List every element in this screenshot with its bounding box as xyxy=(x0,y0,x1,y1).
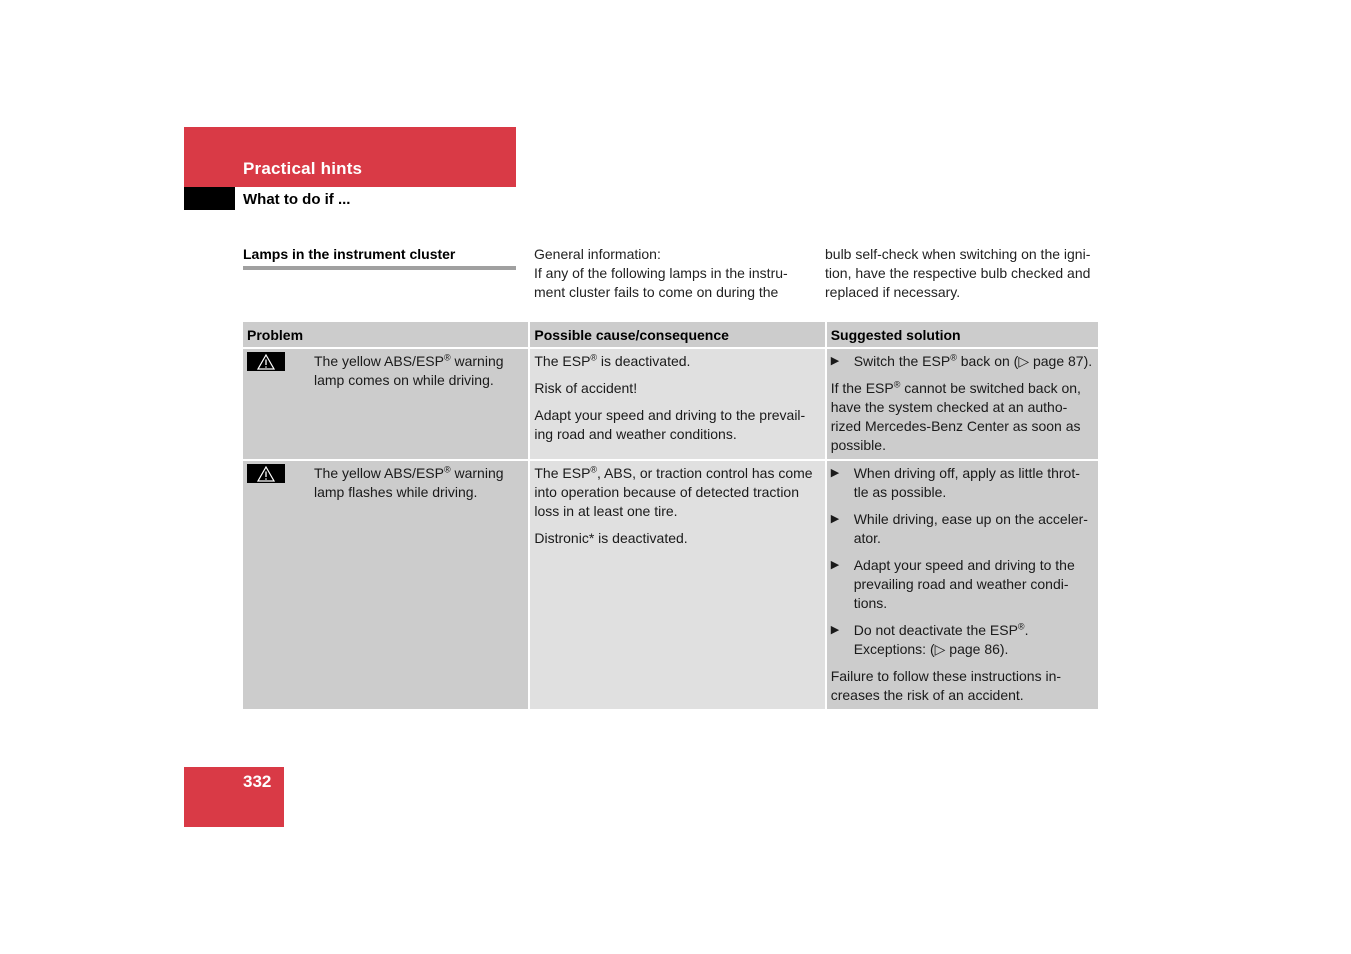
intro-line: ment cluster fails to come on during the xyxy=(534,284,779,300)
solution-cell: ▶ Switch the ESP® back on (▷ page 87). I… xyxy=(824,348,1098,460)
solution-step: ▶ When driving off, apply as little thro… xyxy=(830,465,1080,500)
bullet-arrow-icon: ▶ xyxy=(830,559,840,571)
problem-text: The yellow ABS/ESP® warning lamp flashes… xyxy=(314,464,504,500)
header-solution: Suggested solution xyxy=(824,322,1098,349)
table-row: The yellow ABS/ESP® warning lamp flashes… xyxy=(243,459,1098,709)
intro-line: tion, have the respective bulb checked a… xyxy=(825,265,1091,281)
solution-note: If the ESP® cannot be switched back on, … xyxy=(830,379,1081,453)
table-header-row: Problem Possible cause/consequence Sugge… xyxy=(243,322,1098,349)
problem-cell: The yellow ABS/ESP® warning lamp flashes… xyxy=(243,459,530,709)
solution-cell: ▶ When driving off, apply as little thro… xyxy=(824,459,1098,709)
bullet-arrow-icon: ▶ xyxy=(830,513,840,525)
solution-step: ▶ Switch the ESP® back on (▷ page 87). xyxy=(830,352,1093,369)
bullet-arrow-icon: ▶ xyxy=(830,467,840,479)
warning-triangle-icon xyxy=(247,464,285,483)
page-number: 332 xyxy=(243,772,272,791)
solution-step: ▶ Do not deactivate the ESP®. Exceptions… xyxy=(830,621,1029,657)
solution-step: ▶ Adapt your speed and driving to the pr… xyxy=(830,557,1075,611)
solution-note: Failure to follow these instructions in-… xyxy=(830,668,1062,703)
cause-text: Distronic* is deactivated. xyxy=(534,530,688,546)
intro-line: General information: xyxy=(534,246,661,262)
troubleshooting-table: Problem Possible cause/consequence Sugge… xyxy=(243,322,1098,709)
header-cause: Possible cause/consequence xyxy=(528,322,826,349)
cause-cell: The ESP®, ABS, or traction control has c… xyxy=(528,459,826,709)
intro-line: replaced if necessary. xyxy=(825,284,961,300)
intro-line: If any of the following lamps in the ins… xyxy=(534,265,788,281)
cause-text: The ESP®, ABS, or traction control has c… xyxy=(534,464,813,519)
table-row: The yellow ABS/ESP® warning lamp comes o… xyxy=(243,348,1098,460)
cause-cell: The ESP® is deactivated. Risk of acciden… xyxy=(528,348,826,460)
cause-text: The ESP® is deactivated. xyxy=(534,352,691,369)
problem-cell: The yellow ABS/ESP® warning lamp comes o… xyxy=(243,348,530,460)
section-divider xyxy=(243,266,516,270)
header-problem: Problem xyxy=(243,322,530,349)
warning-triangle-icon xyxy=(247,352,285,371)
subheader-marker xyxy=(184,187,235,210)
solution-step: ▶ While driving, ease up on the acceler-… xyxy=(830,511,1088,546)
problem-text: The yellow ABS/ESP® warning lamp comes o… xyxy=(314,352,504,388)
cause-text: Adapt your speed and driving to the prev… xyxy=(534,407,806,442)
chapter-title: Practical hints xyxy=(243,159,363,178)
bullet-arrow-icon: ▶ xyxy=(830,624,840,636)
chapter-subtitle: What to do if ... xyxy=(243,191,351,208)
cause-text: Risk of accident! xyxy=(534,380,638,396)
intro-column-1: General information: If any of the follo… xyxy=(534,245,814,302)
intro-line: bulb self-check when switching on the ig… xyxy=(825,246,1091,262)
bullet-arrow-icon: ▶ xyxy=(830,355,840,367)
section-title: Lamps in the instrument cluster xyxy=(243,246,456,262)
intro-column-2: bulb self-check when switching on the ig… xyxy=(825,245,1105,302)
